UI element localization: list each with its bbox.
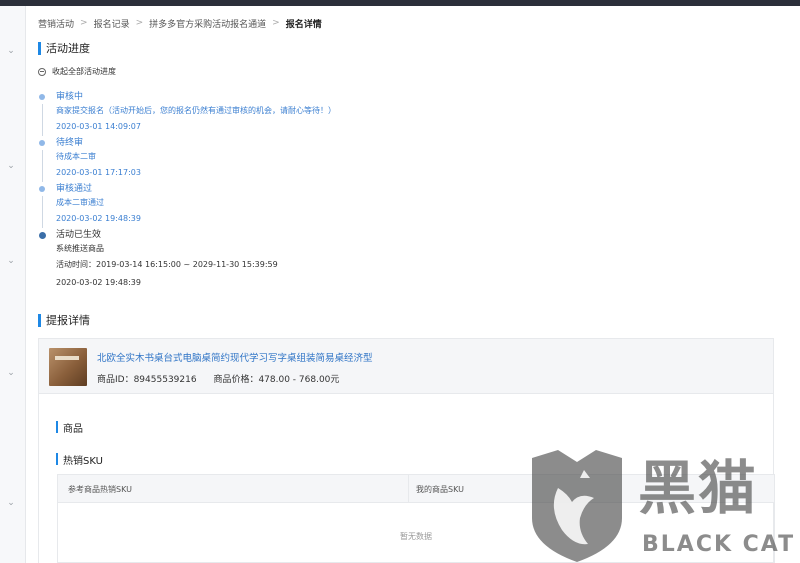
chevron-right-icon: > [135, 18, 144, 28]
top-nav-bar [0, 0, 800, 6]
hot-sku-subtitle-text: 热销SKU [63, 455, 103, 467]
timeline-step-time: 2020-03-02 19:48:39 [56, 214, 141, 223]
section-title-text: 提报详情 [46, 314, 90, 327]
timeline-connector [42, 196, 43, 228]
column-header-my-sku: 我的商品SKU [416, 485, 464, 494]
collapse-progress-label: 收起全部活动进度 [52, 67, 116, 76]
watermark-cn: 黑猫 [638, 454, 759, 522]
goods-subtitle-text: 商品 [63, 423, 83, 435]
product-id: 商品ID：89455539216 [97, 375, 197, 385]
timeline-step-period: 活动时间：2019-03-14 16:15:00 ~ 2029-11-30 15… [56, 260, 278, 269]
watermark: 黑猫 BLACK CAT [528, 448, 800, 563]
timeline-dot [39, 140, 45, 146]
breadcrumb-item-records[interactable]: 报名记录 [94, 17, 130, 30]
timeline-step-time: 2020-03-01 14:09:07 [56, 122, 141, 131]
timeline-dot-active [38, 232, 46, 239]
timeline-step-title: 审核通过 [56, 184, 93, 194]
product-name-link[interactable]: 北欧全实木书桌台式电脑桌简约现代学习写字桌组装简易桌经济型 [97, 350, 373, 364]
column-divider [408, 475, 409, 503]
timeline-connector [42, 150, 43, 182]
chevron-down-icon[interactable]: ⌄ [6, 368, 16, 378]
chevron-down-icon[interactable]: ⌄ [6, 161, 16, 171]
timeline-step-desc: 待成本二审 [56, 152, 96, 161]
timeline-step-title: 待终审 [56, 138, 84, 148]
breadcrumb-item-current: 报名详情 [285, 19, 322, 30]
subtitle-accent-bar [56, 453, 58, 465]
product-card: 北欧全实木书桌台式电脑桌简约现代学习写字桌组装简易桌经济型 商品ID：89455… [38, 338, 774, 394]
progress-timeline: 审核中 商家提交报名（活动开始后，您的报名仍然有通过审核的机会，请耐心等待！） … [38, 90, 458, 292]
cat-shield-logo-icon [532, 450, 622, 562]
timeline-step-desc: 系统推送商品 [56, 244, 104, 253]
timeline-dot [39, 186, 45, 192]
timeline-step: 审核通过 成本二审通过 2020-03-02 19:48:39 [38, 182, 458, 228]
timeline-step-time: 2020-03-01 17:17:03 [56, 168, 141, 177]
product-meta: 商品ID：89455539216 商品价格：478.00 - 768.00元 [97, 372, 339, 385]
timeline-step-desc: 商家提交报名（活动开始后，您的报名仍然有通过审核的机会，请耐心等待！） [56, 106, 336, 115]
timeline-step: 待终审 待成本二审 2020-03-01 17:17:03 [38, 136, 458, 182]
section-title-text: 活动进度 [46, 42, 90, 55]
section-title-progress: 活动进度 [38, 40, 90, 56]
hot-sku-subtitle: 热销SKU [56, 452, 103, 467]
chevron-right-icon: > [80, 18, 88, 28]
breadcrumb-item-marketing[interactable]: 营销活动 [38, 17, 74, 30]
chevron-right-icon: > [272, 18, 280, 28]
chevron-down-icon[interactable]: ⌄ [6, 46, 16, 56]
section-accent-bar [38, 41, 41, 55]
watermark-en: BLACK CAT [642, 532, 796, 557]
section-accent-bar [38, 313, 41, 327]
subtitle-accent-bar [56, 421, 58, 433]
timeline-step-current: 活动已生效 系统推送商品 活动时间：2019-03-14 16:15:00 ~ … [38, 228, 458, 292]
timeline-step-desc: 成本二审通过 [56, 198, 104, 207]
chevron-down-icon[interactable]: ⌄ [6, 256, 16, 266]
timeline-step-time: 2020-03-02 19:48:39 [56, 278, 141, 287]
timeline-step: 审核中 商家提交报名（活动开始后，您的报名仍然有通过审核的机会，请耐心等待！） … [38, 90, 458, 136]
timeline-step-title: 活动已生效 [56, 230, 102, 240]
breadcrumb: 营销活动 > 报名记录 > 拼多多官方采购活动报名通道 > 报名详情 [38, 16, 322, 30]
product-thumbnail[interactable] [49, 348, 87, 386]
timeline-connector [42, 104, 43, 136]
chevron-down-icon[interactable]: ⌄ [6, 498, 16, 508]
column-header-reference-sku: 参考商品热销SKU [68, 485, 132, 494]
left-sidebar-rail: ⌄ ⌄ ⌄ ⌄ ⌄ [0, 6, 26, 563]
timeline-dot [39, 94, 45, 100]
goods-subtitle: 商品 [56, 420, 83, 435]
section-title-detail: 提报详情 [38, 312, 90, 328]
minus-circle-icon [38, 67, 46, 76]
product-price: 商品价格：478.00 - 768.00元 [213, 375, 340, 385]
breadcrumb-item-channel[interactable]: 拼多多官方采购活动报名通道 [149, 17, 266, 30]
timeline-step-title: 审核中 [56, 92, 84, 102]
collapse-progress-button[interactable]: 收起全部活动进度 [38, 66, 116, 77]
